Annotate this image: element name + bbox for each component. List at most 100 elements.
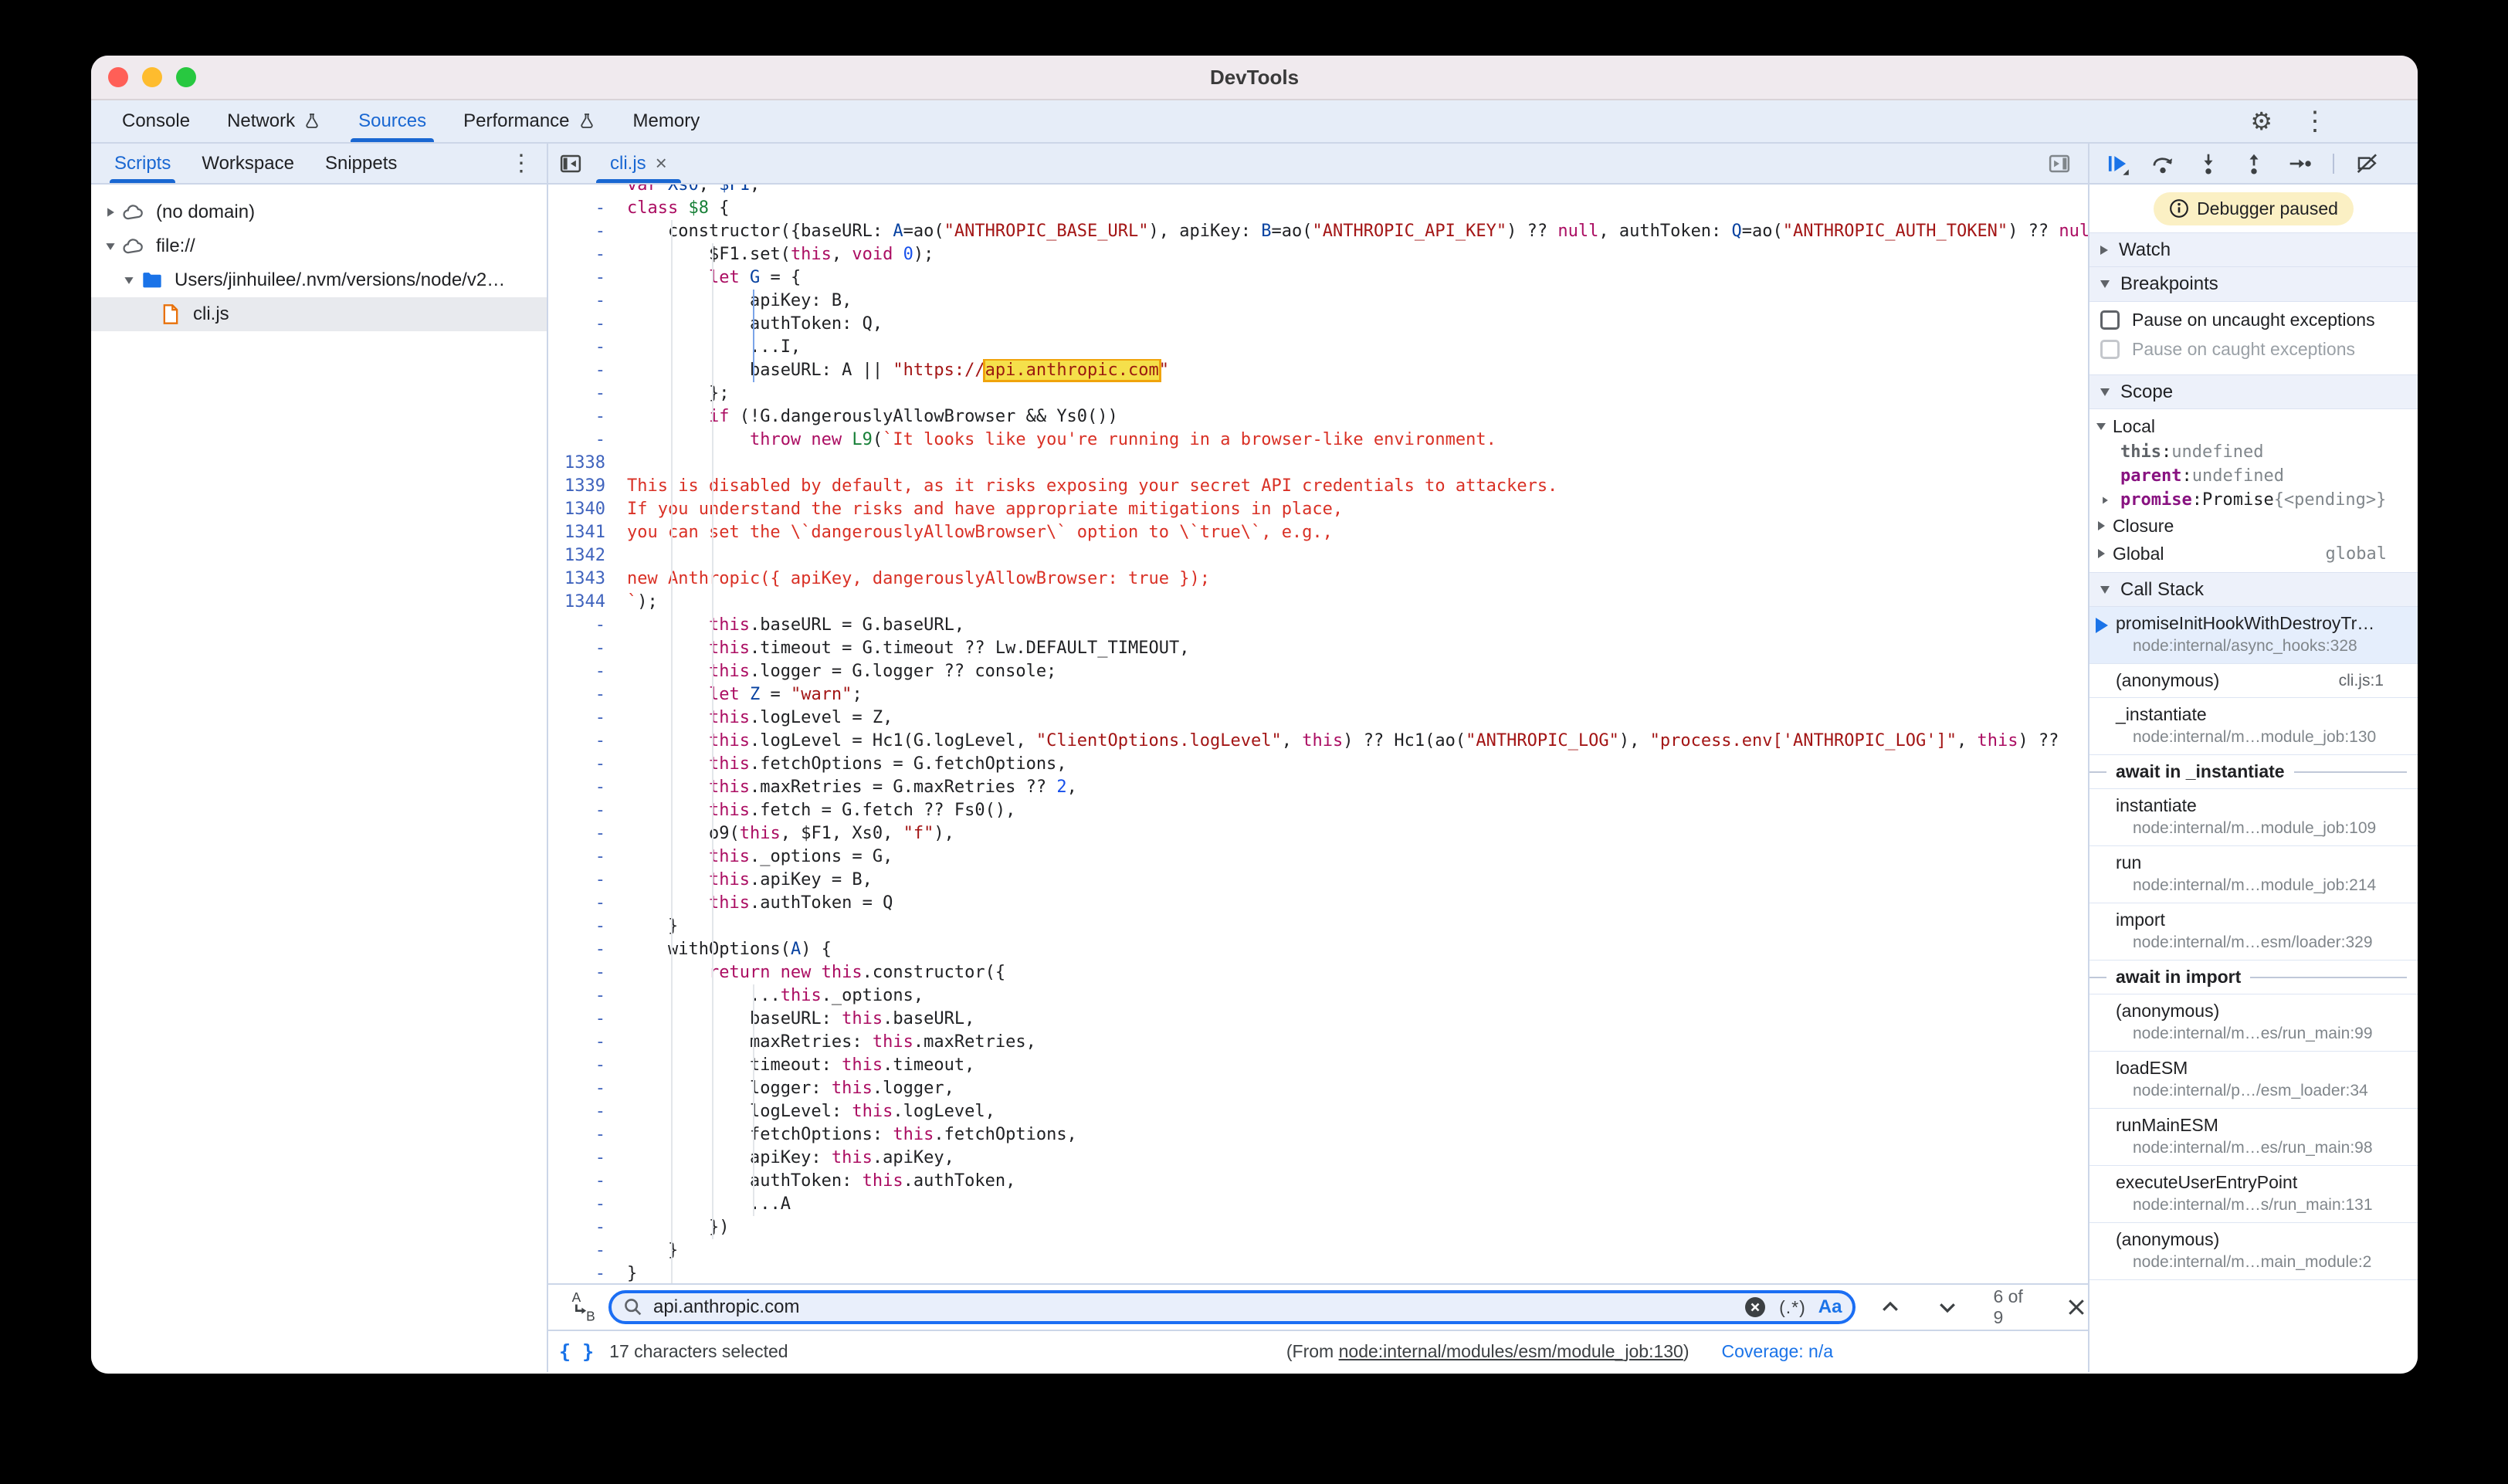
replace-a-to-b-icon[interactable]: AB [570,1290,601,1324]
code-line[interactable]: - this.timeout = G.timeout ?? Lw.DEFAULT… [548,637,2088,660]
code-line[interactable]: - authToken: Q, [548,313,2088,336]
tree-item-users-jinhuilee-nvm-versions-node-v2-[interactable]: Users/jinhuilee/.nvm/versions/node/v2… [91,263,547,297]
call-stack-frame[interactable]: runnode:internal/m…module_job:214 [2089,846,2418,903]
code-line[interactable]: - throw new L9(`It looks like you're run… [548,429,2088,452]
code-gutter[interactable]: - [548,1239,616,1262]
code-line[interactable]: - this.baseURL = G.baseURL, [548,614,2088,637]
code-gutter[interactable]: - [548,753,616,776]
code-line[interactable]: - this.maxRetries = G.maxRetries ?? 2, [548,776,2088,799]
code-line[interactable]: - baseURL: A || "https://api.anthropic.c… [548,359,2088,382]
code-line[interactable]: - withOptions(A) { [548,938,2088,961]
code-gutter[interactable]: - [548,382,616,405]
call-stack-frame[interactable]: (anonymous)node:internal/m…es/run_main:9… [2089,994,2418,1052]
code-gutter[interactable]: - [548,730,616,753]
panel-tab-memory[interactable]: Memory [615,100,719,142]
settings-gear-icon[interactable]: ⚙ [2250,109,2272,134]
tree-item-cli-js[interactable]: cli.js [91,297,547,331]
code-gutter[interactable]: - [548,266,616,290]
code-gutter[interactable]: - [548,1031,616,1054]
code-line[interactable]: - this.authToken = Q [548,892,2088,915]
match-case-toggle[interactable]: Aa [1818,1296,1842,1318]
code-gutter[interactable]: - [548,336,616,359]
code-line[interactable]: - fetchOptions: this.fetchOptions, [548,1123,2088,1147]
code-line[interactable]: - return new this.constructor({ [548,961,2088,984]
code-gutter[interactable]: - [548,1123,616,1147]
navigator-tab-workspace[interactable]: Workspace [186,144,310,183]
code-gutter[interactable]: - [548,915,616,938]
code-gutter[interactable]: 1339 [548,475,616,498]
code-line[interactable]: - logLevel: this.logLevel, [548,1100,2088,1123]
call-stack-frame[interactable]: loadESMnode:internal/p…/esm_loader:34 [2089,1052,2418,1109]
deactivate-breakpoints-icon[interactable] [2355,151,2380,176]
code-gutter[interactable]: - [548,1170,616,1193]
section-watch[interactable]: Watch [2089,232,2418,267]
panel-tab-sources[interactable]: Sources [340,100,445,142]
code-line[interactable]: -class $8 { [548,197,2088,220]
code-gutter[interactable]: 1342 [548,544,616,568]
section-breakpoints[interactable]: Breakpoints [2089,267,2418,302]
close-search-icon[interactable] [2065,1296,2088,1319]
code-line[interactable]: - this.logLevel = Z, [548,706,2088,730]
code-line[interactable]: - }) [548,1216,2088,1239]
step-out-icon[interactable] [2242,151,2266,176]
code-line[interactable]: - let G = { [548,266,2088,290]
code-gutter[interactable]: - [548,1100,616,1123]
code-gutter[interactable]: - [548,961,616,984]
code-line[interactable]: - apiKey: B, [548,290,2088,313]
source-code-viewer[interactable]: var Xs0, $F1;-class $8 {- constructor({b… [548,185,2088,1283]
step-into-icon[interactable] [2196,151,2221,176]
code-line[interactable]: 1344`); [548,591,2088,614]
code-gutter[interactable]: - [548,313,616,336]
code-gutter[interactable]: - [548,1193,616,1216]
code-gutter[interactable]: - [548,845,616,869]
code-line[interactable]: - } [548,915,2088,938]
breakpoint-option[interactable]: Pause on caught exceptions [2089,334,2418,364]
code-gutter[interactable]: - [548,683,616,706]
scope-group-global[interactable]: Globalglobal [2089,540,2418,568]
code-line[interactable]: - let Z = "warn"; [548,683,2088,706]
code-line[interactable]: - this.fetch = G.fetch ?? Fs0(), [548,799,2088,822]
code-gutter[interactable]: - [548,405,616,429]
expanded-triangle-icon[interactable] [120,276,137,285]
scope-group-local[interactable]: Local [2089,412,2418,440]
code-line[interactable]: 1341you can set the \`dangerouslyAllowBr… [548,521,2088,544]
code-line[interactable]: - logger: this.logger, [548,1077,2088,1100]
call-stack-frame[interactable]: (anonymous)node:internal/m…main_module:2 [2089,1223,2418,1280]
search-input[interactable] [653,1296,1731,1318]
code-line[interactable]: - }; [548,382,2088,405]
call-stack-frame[interactable]: (anonymous)cli.js:1 [2089,664,2418,698]
code-line[interactable]: - apiKey: this.apiKey, [548,1147,2088,1170]
code-line[interactable]: 1340If you understand the risks and have… [548,498,2088,521]
call-stack-frame[interactable]: instantiatenode:internal/m…module_job:10… [2089,789,2418,846]
code-gutter[interactable]: - [548,197,616,220]
resume-icon[interactable] [2105,151,2130,176]
code-gutter[interactable]: 1344 [548,591,616,614]
code-line[interactable]: - o9(this, $F1, Xs0, "f"), [548,822,2088,845]
code-line[interactable]: 1342 [548,544,2088,568]
code-gutter[interactable]: - [548,1262,616,1283]
step-over-icon[interactable] [2150,151,2175,176]
coverage-link[interactable]: Coverage: n/a [1722,1341,1833,1362]
pretty-print-icon[interactable]: { } [559,1340,594,1363]
regex-toggle[interactable]: (.*) [1779,1297,1806,1318]
code-gutter[interactable]: - [548,822,616,845]
code-gutter[interactable]: 1343 [548,568,616,591]
navigator-more-kebab-icon[interactable]: ⋮ [510,152,547,175]
editor-tab-clijs[interactable]: cli.js × [596,144,681,183]
code-line[interactable]: - timeout: this.timeout, [548,1054,2088,1077]
code-gutter[interactable]: - [548,776,616,799]
panel-tab-network[interactable]: Network [208,100,340,142]
code-line[interactable]: - this.logLevel = Hc1(G.logLevel, "Clien… [548,730,2088,753]
code-gutter[interactable]: - [548,243,616,266]
code-line[interactable]: - if (!G.dangerouslyAllowBrowser && Ys0(… [548,405,2088,429]
code-line[interactable]: - this._options = G, [548,845,2088,869]
expanded-triangle-icon[interactable] [102,242,119,251]
code-line[interactable]: - authToken: this.authToken, [548,1170,2088,1193]
tree-item--no-domain-[interactable]: (no domain) [91,195,547,229]
code-gutter[interactable]: - [548,1008,616,1031]
code-line[interactable]: - ...I, [548,336,2088,359]
code-line[interactable]: - $F1.set(this, void 0); [548,243,2088,266]
code-gutter[interactable]: - [548,869,616,892]
navigator-tab-snippets[interactable]: Snippets [310,144,412,183]
code-gutter[interactable]: - [548,892,616,915]
